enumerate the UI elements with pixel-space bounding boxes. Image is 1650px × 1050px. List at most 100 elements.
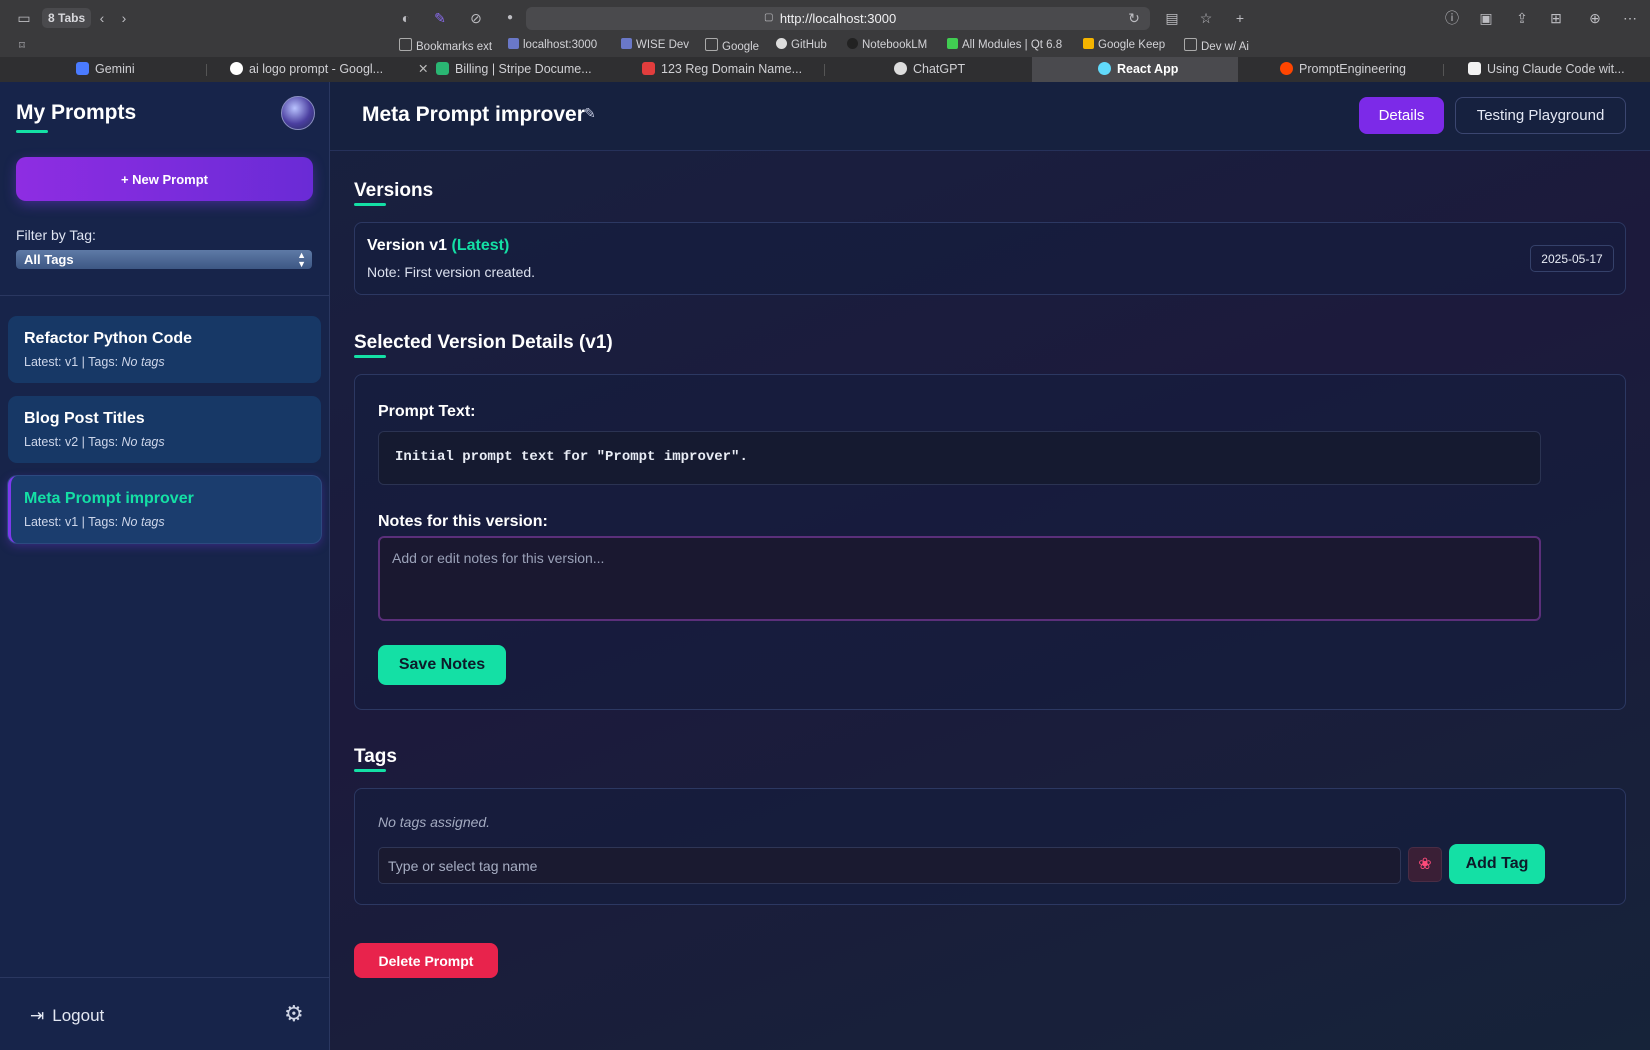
prompt-item-title: Meta Prompt improver [24, 490, 194, 507]
prompt-list-item[interactable]: Blog Post Titles Latest: v2 | Tags: No t… [8, 396, 321, 463]
prompt-list-item[interactable]: Refactor Python Code Latest: v1 | Tags: … [8, 316, 321, 383]
browser-toolbar: ▭ 8 Tabs ‹ › ◐ ✎ ⊘ ● ▢ http://localhost:… [0, 0, 1650, 36]
more-icon[interactable]: ⋯ [1620, 8, 1640, 28]
color-palette-icon[interactable]: ❀ [1408, 847, 1442, 882]
share-icon[interactable]: ⇪ [1512, 8, 1532, 28]
add-tag-button[interactable]: Add Tag [1449, 844, 1545, 884]
info-icon[interactable]: ⓘ [1442, 8, 1462, 28]
extension-icon[interactable]: ✎ [430, 8, 450, 28]
section-underline [354, 355, 386, 358]
site-icon [621, 38, 632, 49]
logout-label: Logout [52, 1006, 105, 1025]
filter-label: Filter by Tag: [16, 227, 96, 243]
tags-card: No tags assigned. ❀ Add Tag [354, 788, 1626, 905]
address-bar[interactable]: ▢ http://localhost:3000 ↻ [526, 7, 1150, 30]
privacy-shield-icon[interactable]: ◐ [396, 8, 416, 28]
tab-overview-button[interactable]: 8 Tabs [42, 8, 92, 28]
stripe-icon [436, 62, 449, 75]
tab-testing-playground[interactable]: Testing Playground [1455, 97, 1626, 134]
tab-google-search[interactable]: ai logo prompt - Googl... [230, 57, 400, 82]
notes-textarea[interactable] [378, 536, 1541, 621]
prompt-item-tags: No tags [121, 435, 165, 449]
folder-icon [399, 38, 412, 51]
select-arrows-icon: ▲ ▼ [297, 250, 306, 269]
prompt-item-tags: No tags [121, 355, 165, 369]
details-title: Selected Version Details (v1) [354, 332, 613, 353]
download-icon[interactable]: ⊕ [1585, 8, 1605, 28]
sidebar-footer-divider [0, 977, 329, 978]
new-prompt-button[interactable]: + New Prompt [16, 157, 313, 201]
bookmark-item[interactable]: Google Keep [1083, 38, 1165, 51]
site-icon [508, 38, 519, 49]
record-icon[interactable]: ● [500, 8, 520, 28]
github-icon [776, 38, 787, 49]
bookmark-item[interactable]: Bookmarks ext [399, 38, 492, 53]
latest-badge: (Latest) [451, 237, 510, 254]
browser-chrome: ▭ 8 Tabs ‹ › ◐ ✎ ⊘ ● ▢ http://localhost:… [0, 0, 1650, 82]
bookmark-item[interactable]: NotebookLM [847, 38, 927, 51]
sidebar-toggle-icon[interactable]: ▭ [14, 8, 34, 28]
back-icon[interactable]: ‹ [92, 8, 112, 28]
123reg-icon [642, 62, 655, 75]
tab-gemini[interactable]: Gemini [76, 57, 206, 82]
version-card[interactable]: Version v1 (Latest) Note: First version … [354, 222, 1626, 295]
reload-icon[interactable]: ↻ [1124, 8, 1144, 28]
url-text: http://localhost:3000 [779, 11, 897, 26]
page-title: Meta Prompt improver [362, 103, 585, 126]
tab-123reg[interactable]: 123 Reg Domain Name... [642, 57, 812, 82]
extension-2-icon[interactable]: ⊘ [466, 8, 486, 28]
prompt-item-meta: Latest: v2 | Tags: No tags [24, 435, 165, 449]
version-label: Version v1 (Latest) [367, 237, 509, 255]
version-name: Version v1 [367, 237, 452, 254]
prompt-item-title: Blog Post Titles [24, 410, 145, 427]
bookmark-item[interactable]: WISE Dev [621, 38, 689, 51]
edit-pencil-icon[interactable]: ✎ [584, 105, 600, 121]
tab-details[interactable]: Details [1359, 97, 1444, 134]
react-icon [1098, 62, 1111, 75]
tag-filter-value: All Tags [24, 252, 74, 267]
logout-button[interactable]: ⇥ Logout [30, 1006, 104, 1026]
tag-filter-select[interactable]: All Tags ▲ ▼ [16, 250, 312, 269]
tab-react-app[interactable]: React App [1032, 57, 1238, 82]
bookmarks-bar: ⌑ Bookmarks ext localhost:3000 WISE Dev … [0, 36, 1650, 56]
close-tab-icon[interactable]: ✕ [418, 57, 430, 82]
save-notes-button[interactable]: Save Notes [378, 645, 506, 685]
chatgpt-icon [894, 62, 907, 75]
avatar[interactable] [281, 96, 315, 130]
bookmark-item[interactable]: localhost:3000 [508, 38, 597, 51]
tab-strip: Gemini ai logo prompt - Googl... ✕ Billi… [0, 57, 1650, 82]
folder-icon [705, 38, 718, 51]
tab-promptengineering[interactable]: PromptEngineering [1280, 57, 1430, 82]
version-details-card: Prompt Text: Initial prompt text for "Pr… [354, 374, 1626, 710]
prompt-list-item-selected[interactable]: Meta Prompt improver Latest: v1 | Tags: … [8, 476, 321, 543]
bookmark-icon: ⌑ [19, 40, 25, 52]
bookmark-item[interactable]: Dev w/ Ai [1184, 38, 1249, 53]
gear-icon[interactable]: ⚙ [284, 1003, 306, 1025]
logout-icon: ⇥ [30, 1006, 45, 1025]
sidebar: My Prompts + New Prompt Filter by Tag: A… [0, 82, 330, 1050]
delete-prompt-button[interactable]: Delete Prompt [354, 943, 498, 978]
tab-claude[interactable]: Using Claude Code wit... [1468, 57, 1646, 82]
tag-name-input[interactable] [378, 847, 1401, 884]
keep-icon [1083, 38, 1094, 49]
tab-grid-icon[interactable]: ⊞ [1546, 8, 1566, 28]
forward-icon[interactable]: › [114, 8, 134, 28]
tab-chatgpt[interactable]: ChatGPT [894, 57, 1014, 82]
folder-icon [1184, 38, 1197, 51]
extension-3-icon[interactable]: ▣ [1476, 8, 1496, 28]
bookmark-item[interactable]: All Modules | Qt 6.8 [947, 38, 1062, 51]
prompt-text-label: Prompt Text: [378, 403, 476, 420]
prompt-item-title: Refactor Python Code [24, 330, 193, 347]
bookmark-item[interactable]: Google [705, 38, 759, 53]
tab-stripe[interactable]: Billing | Stripe Docume... [436, 57, 616, 82]
reader-icon[interactable]: ▤ [1162, 8, 1182, 28]
title-underline [16, 130, 48, 133]
gemini-icon [76, 62, 89, 75]
qt-icon [947, 38, 958, 49]
new-tab-icon[interactable]: + [1230, 8, 1250, 28]
bookmark-star-icon[interactable]: ☆ [1196, 8, 1216, 28]
notebooklm-icon [847, 38, 858, 49]
bookmark-item[interactable]: GitHub [776, 38, 827, 51]
prompt-item-version: Latest: v2 | Tags: [24, 435, 122, 449]
main-panel: Meta Prompt improver ✎ Details Testing P… [330, 82, 1650, 1050]
